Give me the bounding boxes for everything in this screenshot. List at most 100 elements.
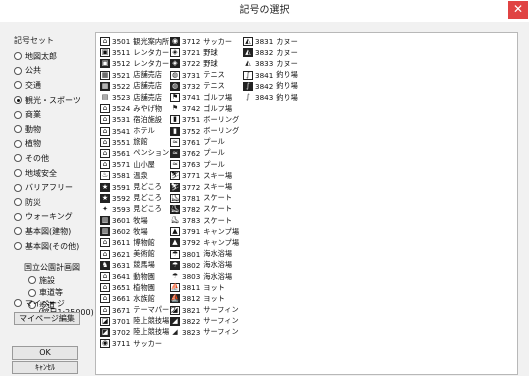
- radio-button[interactable]: [14, 212, 22, 221]
- symbol-item[interactable]: ★ 3592 見どころ: [100, 193, 176, 204]
- cancel-button[interactable]: ｷｬﾝｾﾙ: [12, 361, 78, 374]
- ok-button[interactable]: OK: [12, 346, 78, 360]
- symbol-item[interactable]: ≈3763 プール: [170, 159, 239, 170]
- symbol-item[interactable]: ◪ 3701 陸上競技場: [100, 316, 176, 327]
- symbol-item[interactable]: ⛸ 3782 スケート: [170, 204, 239, 215]
- symbol-item[interactable]: ⚑ 3741 ゴルフ場: [170, 92, 239, 103]
- symbol-item[interactable]: ◉ 3712 サッカー: [170, 36, 239, 47]
- beach-icon: ☂: [170, 249, 180, 259]
- symbol-item[interactable]: ▦ 3521 店舗売店: [100, 70, 176, 81]
- symbol-set-option[interactable]: その他: [14, 151, 81, 166]
- symbol-item[interactable]: ≈3762 プール: [170, 148, 239, 159]
- symbol-list[interactable]: ⌂ 3501 観光案内所 ▣ 3511 レンタカー ▣ 3512 レンタカー ▦ 3521 店舗売店 ▦…: [95, 32, 518, 375]
- symbol-item[interactable]: ☂ 3803 海水浴場: [170, 271, 239, 282]
- national-park-option[interactable]: 施設: [28, 274, 63, 287]
- symbol-item[interactable]: ⛸ 3783 スケート: [170, 215, 239, 226]
- close-icon[interactable]: ✕: [508, 1, 528, 19]
- radio-button[interactable]: [14, 183, 22, 192]
- symbol-item[interactable]: ◈ 3722 野球: [170, 58, 239, 69]
- symbol-item[interactable]: ⌂ 3524 みやげ物: [100, 103, 176, 114]
- symbol-item[interactable]: ⛸ 3781 スケート: [170, 193, 239, 204]
- symbol-item[interactable]: ⌂ 3671 テーマパーク: [100, 305, 176, 316]
- symbol-set-option[interactable]: 地図太郎: [14, 49, 81, 64]
- symbol-item[interactable]: ⌂ 3621 美術館: [100, 249, 176, 260]
- radio-button[interactable]: [14, 154, 22, 163]
- symbol-code: 3671: [112, 305, 131, 315]
- symbol-item[interactable]: ✦ 3593 見どころ: [100, 204, 176, 215]
- radio-button[interactable]: [14, 242, 22, 251]
- symbol-item[interactable]: ⌂ 3551 旅館: [100, 137, 176, 148]
- symbol-set-option[interactable]: 基本図(その他): [14, 239, 81, 254]
- symbol-item[interactable]: ◪ 3702 陸上競技場: [100, 327, 176, 338]
- symbol-item[interactable]: ◭ 3833 カヌー: [243, 58, 298, 69]
- symbol-item[interactable]: ◈ 3721 野球: [170, 47, 239, 58]
- radio-button[interactable]: [14, 227, 22, 236]
- symbol-set-option[interactable]: 基本図(建物): [14, 224, 81, 239]
- radio-button[interactable]: [14, 139, 22, 148]
- symbol-set-option[interactable]: 植物: [14, 137, 81, 152]
- symbol-item[interactable]: ⌂ 3651 植物園: [100, 282, 176, 293]
- symbol-set-option[interactable]: 地域安全: [14, 166, 81, 181]
- symbol-item[interactable]: ⛷ 3772 スキー場: [170, 181, 239, 192]
- symbol-set-option[interactable]: 防災: [14, 195, 81, 210]
- symbol-item[interactable]: ◍ 3732 テニス: [170, 81, 239, 92]
- symbol-set-option[interactable]: 動物: [14, 122, 81, 137]
- radio-button[interactable]: [14, 110, 22, 119]
- symbol-set-option[interactable]: バリアフリー: [14, 180, 81, 195]
- radio-button[interactable]: [14, 66, 22, 75]
- symbol-item[interactable]: ≈3761 プール: [170, 137, 239, 148]
- symbol-item[interactable]: ▣ 3512 レンタカー: [100, 58, 176, 69]
- symbol-set-option[interactable]: 商業: [14, 107, 81, 122]
- symbol-item[interactable]: ▥ 3601 牧場: [100, 215, 176, 226]
- symbol-item[interactable]: ⌂ 3641 動物園: [100, 271, 176, 282]
- symbol-item[interactable]: ♞ 3631 競馬場: [100, 260, 176, 271]
- symbol-item[interactable]: ⌂ 3611 博物館: [100, 237, 176, 248]
- symbol-item[interactable]: ⛵ 3811 ヨット: [170, 282, 239, 293]
- symbol-item[interactable]: ◢ 3822 サーフィン: [170, 316, 239, 327]
- symbol-item[interactable]: ⌂ 3661 水族館: [100, 293, 176, 304]
- symbol-item[interactable]: ∫ 3843 釣り場: [243, 92, 298, 103]
- symbol-item[interactable]: ⌂ 3561 ペンション: [100, 148, 176, 159]
- symbol-item[interactable]: ▥ 3602 牧場: [100, 226, 176, 237]
- symbol-item[interactable]: ◭ 3831 カヌー: [243, 36, 298, 47]
- radio-button[interactable]: [14, 81, 22, 90]
- symbol-item[interactable]: ∫ 3842 釣り場: [243, 81, 298, 92]
- symbol-item[interactable]: ∫ 3841 釣り場: [243, 70, 298, 81]
- symbol-item[interactable]: ◭ 3832 カヌー: [243, 47, 298, 58]
- symbol-item[interactable]: ▣ 3511 レンタカー: [100, 47, 176, 58]
- symbol-set-option[interactable]: ウォーキング: [14, 210, 81, 225]
- symbol-item[interactable]: ⌂ 3571 山小屋: [100, 159, 176, 170]
- symbol-item[interactable]: ▤ 3523 店舗売店: [100, 92, 176, 103]
- radio-button[interactable]: [14, 52, 22, 61]
- symbol-item[interactable]: ▲ 3791 キャンプ場: [170, 226, 239, 237]
- symbol-item[interactable]: ♨ 3581 温泉: [100, 170, 176, 181]
- symbol-set-option[interactable]: 交通: [14, 78, 81, 93]
- radio-button[interactable]: [14, 198, 22, 207]
- radio-button[interactable]: [28, 276, 36, 285]
- radio-button[interactable]: [14, 169, 22, 178]
- symbol-item[interactable]: ▦ 3522 店舗売店: [100, 81, 176, 92]
- symbol-item[interactable]: ⛷ 3771 スキー場: [170, 170, 239, 181]
- symbol-item[interactable]: ⌂ 3501 観光案内所: [100, 36, 176, 47]
- symbol-set-option[interactable]: 公共: [14, 64, 81, 79]
- symbol-item[interactable]: ★ 3591 見どころ: [100, 181, 176, 192]
- symbol-item[interactable]: ⚑ 3742 ゴルフ場: [170, 103, 239, 114]
- symbol-item[interactable]: ⌂ 3541 ホテル: [100, 126, 176, 137]
- symbol-item[interactable]: ◉ 3711 サッカー: [100, 338, 176, 349]
- symbol-item[interactable]: ⌂ 3531 宿泊施設: [100, 114, 176, 125]
- mypage-edit-button[interactable]: マイページ編集: [14, 312, 80, 325]
- symbol-item[interactable]: ▮ 3752 ボーリング: [170, 126, 239, 137]
- symbol-item[interactable]: ◢ 3821 サーフィン: [170, 305, 239, 316]
- radio-button[interactable]: [14, 96, 22, 105]
- symbol-item[interactable]: ☂ 3801 海水浴場: [170, 249, 239, 260]
- radio-button[interactable]: [14, 125, 22, 134]
- symbol-set-option[interactable]: 観光・スポーツ: [14, 93, 81, 108]
- symbol-item[interactable]: ☂ 3802 海水浴場: [170, 260, 239, 271]
- radio-button[interactable]: [14, 299, 22, 308]
- symbol-item[interactable]: ▮ 3751 ボーリング: [170, 114, 239, 125]
- symbol-item[interactable]: ⛵ 3812 ヨット: [170, 293, 239, 304]
- symbol-item[interactable]: ◍ 3731 テニス: [170, 70, 239, 81]
- symbol-item[interactable]: ◢ 3823 サーフィン: [170, 327, 239, 338]
- mypage-radio[interactable]: マイページ: [14, 296, 65, 311]
- symbol-item[interactable]: ▲ 3792 キャンプ場: [170, 237, 239, 248]
